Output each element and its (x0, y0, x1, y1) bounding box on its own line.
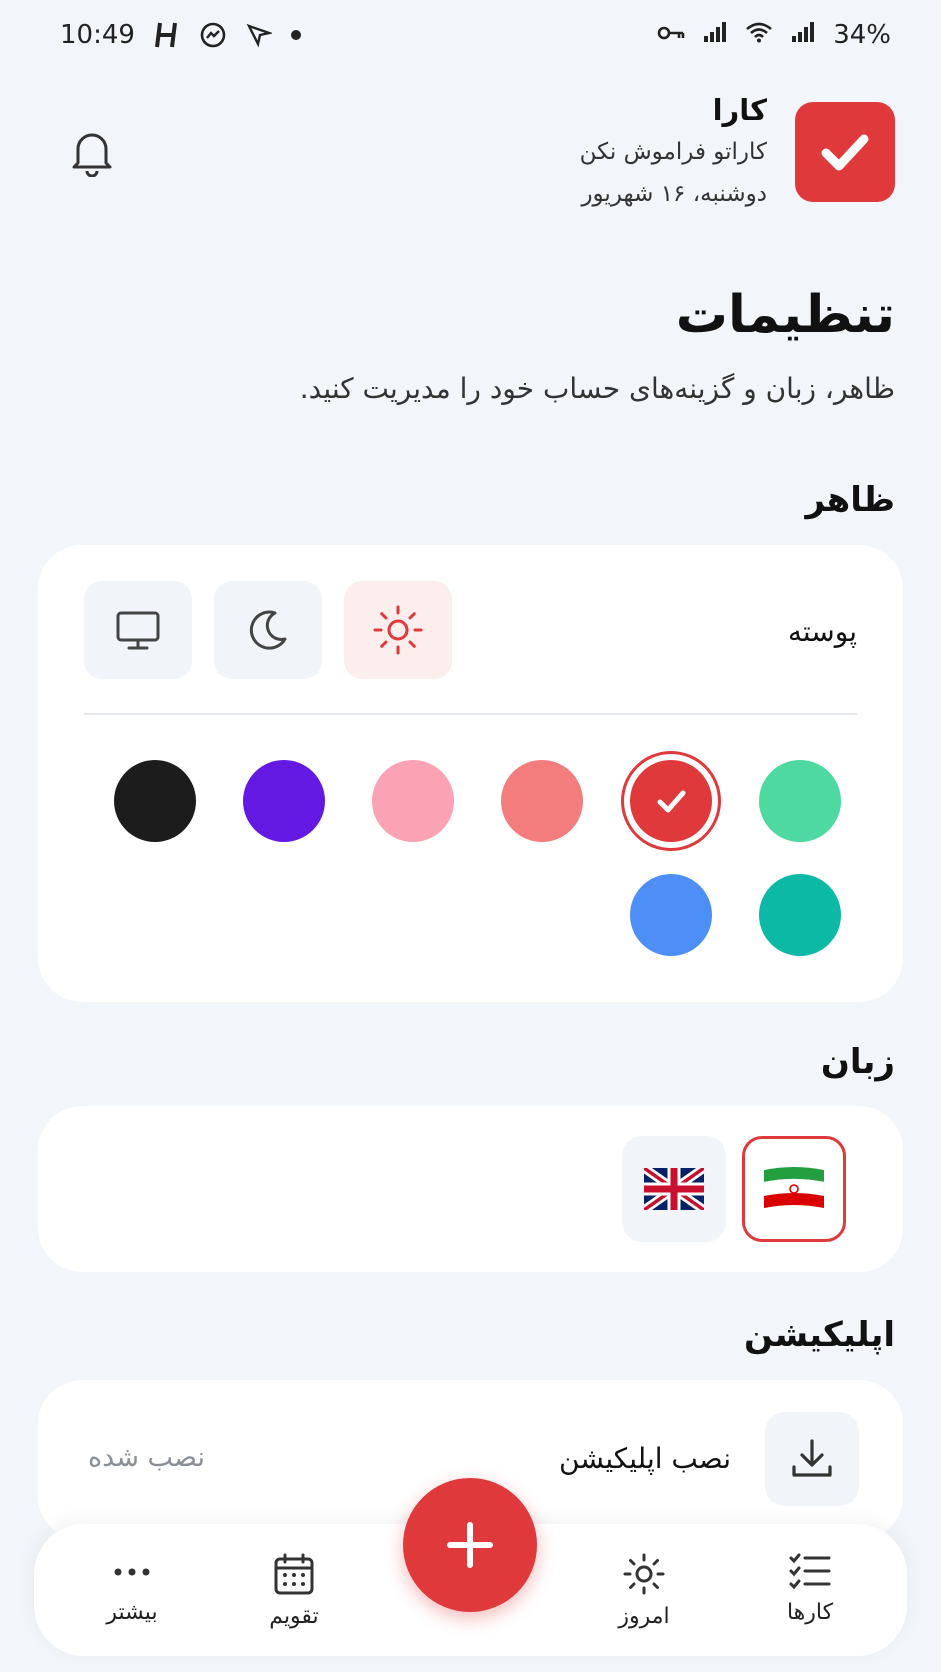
signal-icon (791, 20, 815, 50)
vpn-key-icon (657, 20, 685, 50)
theme-light-button[interactable] (344, 581, 452, 679)
status-time: 10:49 (60, 20, 135, 50)
install-app-label: نصب اپلیکیشن (559, 1442, 731, 1475)
nav-app-icon (245, 21, 273, 49)
application-section-title: اپلیکیشن (743, 1315, 895, 1355)
status-bar: 10:49 34% (0, 0, 941, 70)
color-swatch-black[interactable] (114, 760, 196, 842)
plus-icon (447, 1522, 493, 1568)
sun-icon (373, 605, 423, 655)
bell-icon (72, 133, 112, 177)
dot-icon (290, 30, 301, 40)
download-icon (792, 1439, 832, 1477)
nav-tasks[interactable]: کارها (750, 1552, 870, 1625)
wifi-icon (745, 20, 773, 50)
task-list-icon (789, 1553, 831, 1590)
appearance-section-title: ظاهر (805, 480, 895, 520)
nav-more[interactable]: بیشتر (72, 1552, 192, 1625)
check-icon (657, 790, 686, 813)
color-swatch-teal[interactable] (759, 874, 841, 956)
divider (84, 713, 857, 715)
h-app-icon (153, 21, 181, 49)
app-tagline: کاراتو فراموش نکن (579, 139, 767, 165)
signal-icon (703, 20, 727, 50)
theme-dark-button[interactable] (214, 581, 322, 679)
color-swatch-pink[interactable] (372, 760, 454, 842)
iran-flag-icon (763, 1167, 825, 1208)
install-status: نصب شده (88, 1442, 205, 1473)
calendar-icon (274, 1553, 314, 1595)
nav-today[interactable]: امروز (584, 1552, 704, 1629)
theme-label: پوسته (787, 615, 857, 648)
theme-system-button[interactable] (84, 581, 192, 679)
uk-flag-icon (644, 1168, 704, 1210)
color-swatch-salmon[interactable] (501, 760, 583, 842)
messenger-icon (199, 21, 227, 49)
install-app-icon-box (765, 1412, 859, 1506)
current-date: دوشنبه، ۱۶ شهریور (581, 181, 767, 207)
color-swatch-purple[interactable] (243, 760, 325, 842)
nav-calendar-label: تقویم (269, 1604, 319, 1629)
language-card (38, 1106, 903, 1272)
language-section-title: زبان (820, 1042, 895, 1082)
appearance-card: پوسته (38, 545, 903, 1002)
color-swatch-red[interactable] (630, 760, 712, 842)
color-swatch-green[interactable] (759, 760, 841, 842)
nav-calendar[interactable]: تقویم (234, 1552, 354, 1629)
monitor-icon (116, 611, 160, 650)
app-header: کارا کاراتو فراموش نکن دوشنبه، ۱۶ شهریور (0, 90, 941, 220)
nav-today-label: امروز (618, 1604, 670, 1629)
page-subtitle: ظاهر، زبان و گزینه‌های حساب خود را مدیری… (299, 372, 895, 405)
notifications-button[interactable] (64, 124, 120, 180)
sun-icon (623, 1553, 665, 1595)
page-title: تنظیمات (675, 285, 895, 345)
more-dots-icon (114, 1568, 150, 1576)
app-name: کارا (712, 93, 767, 127)
language-english-button[interactable] (622, 1136, 726, 1242)
app-logo (795, 102, 895, 202)
battery-text: 34% (833, 20, 891, 50)
nav-more-label: بیشتر (106, 1600, 158, 1625)
color-swatch-blue[interactable] (630, 874, 712, 956)
moon-icon (249, 610, 287, 650)
add-task-button[interactable] (403, 1478, 537, 1612)
nav-tasks-label: کارها (786, 1600, 834, 1625)
checkmark-icon (821, 134, 869, 171)
language-persian-button[interactable] (742, 1136, 846, 1242)
